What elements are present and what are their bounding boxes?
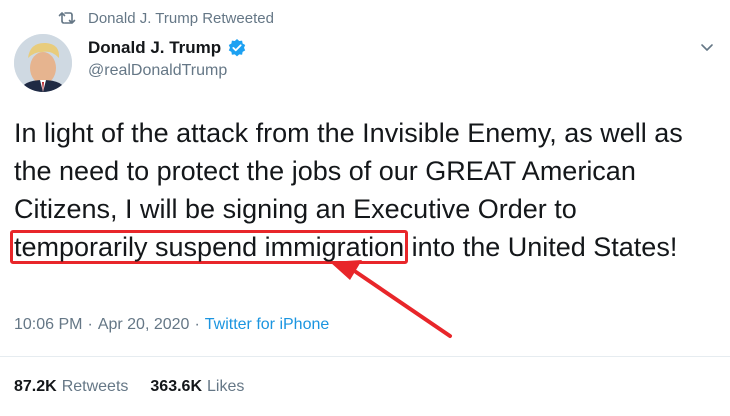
likes-count: 363.6K xyxy=(150,378,202,395)
retweets-label: Retweets xyxy=(61,378,129,395)
meta-separator: · xyxy=(194,316,200,333)
retweets-stat[interactable]: 87.2K Retweets xyxy=(14,378,128,396)
avatar[interactable] xyxy=(14,34,72,92)
likes-label: Likes xyxy=(207,378,245,395)
tweet-text-before: In light of the attack from the Invisibl… xyxy=(14,118,683,224)
retweet-icon xyxy=(58,11,76,25)
tweet-menu-chevron-down-icon[interactable] xyxy=(698,38,716,56)
display-name[interactable]: Donald J. Trump xyxy=(88,38,221,58)
divider xyxy=(0,356,730,357)
tweet-text-after: into the United States! xyxy=(404,232,678,262)
meta-separator: · xyxy=(87,316,93,333)
author-block[interactable]: Donald J. Trump @realDonaldTrump xyxy=(88,36,247,80)
likes-stat[interactable]: 363.6K Likes xyxy=(150,378,244,396)
tweet-stats: 87.2K Retweets 363.6K Likes xyxy=(14,378,244,396)
retweet-label: Donald J. Trump Retweeted xyxy=(88,9,274,27)
tweet-text: In light of the attack from the Invisibl… xyxy=(10,114,704,266)
retweet-context[interactable]: Donald J. Trump Retweeted xyxy=(58,8,274,28)
tweet-time[interactable]: 10:06 PM xyxy=(14,316,82,334)
name-row: Donald J. Trump xyxy=(88,36,247,60)
tweet-source-link[interactable]: Twitter for iPhone xyxy=(205,316,330,334)
retweets-count: 87.2K xyxy=(14,378,57,395)
tweet-date[interactable]: Apr 20, 2020 xyxy=(98,316,190,334)
verified-badge-icon xyxy=(227,38,247,58)
highlighted-phrase: temporarily suspend immigration xyxy=(10,230,409,264)
user-handle[interactable]: @realDonaldTrump xyxy=(88,62,247,80)
annotation-arrow-shaft xyxy=(354,270,452,338)
tweet-meta: 10:06 PM · Apr 20, 2020 · Twitter for iP… xyxy=(14,316,329,334)
